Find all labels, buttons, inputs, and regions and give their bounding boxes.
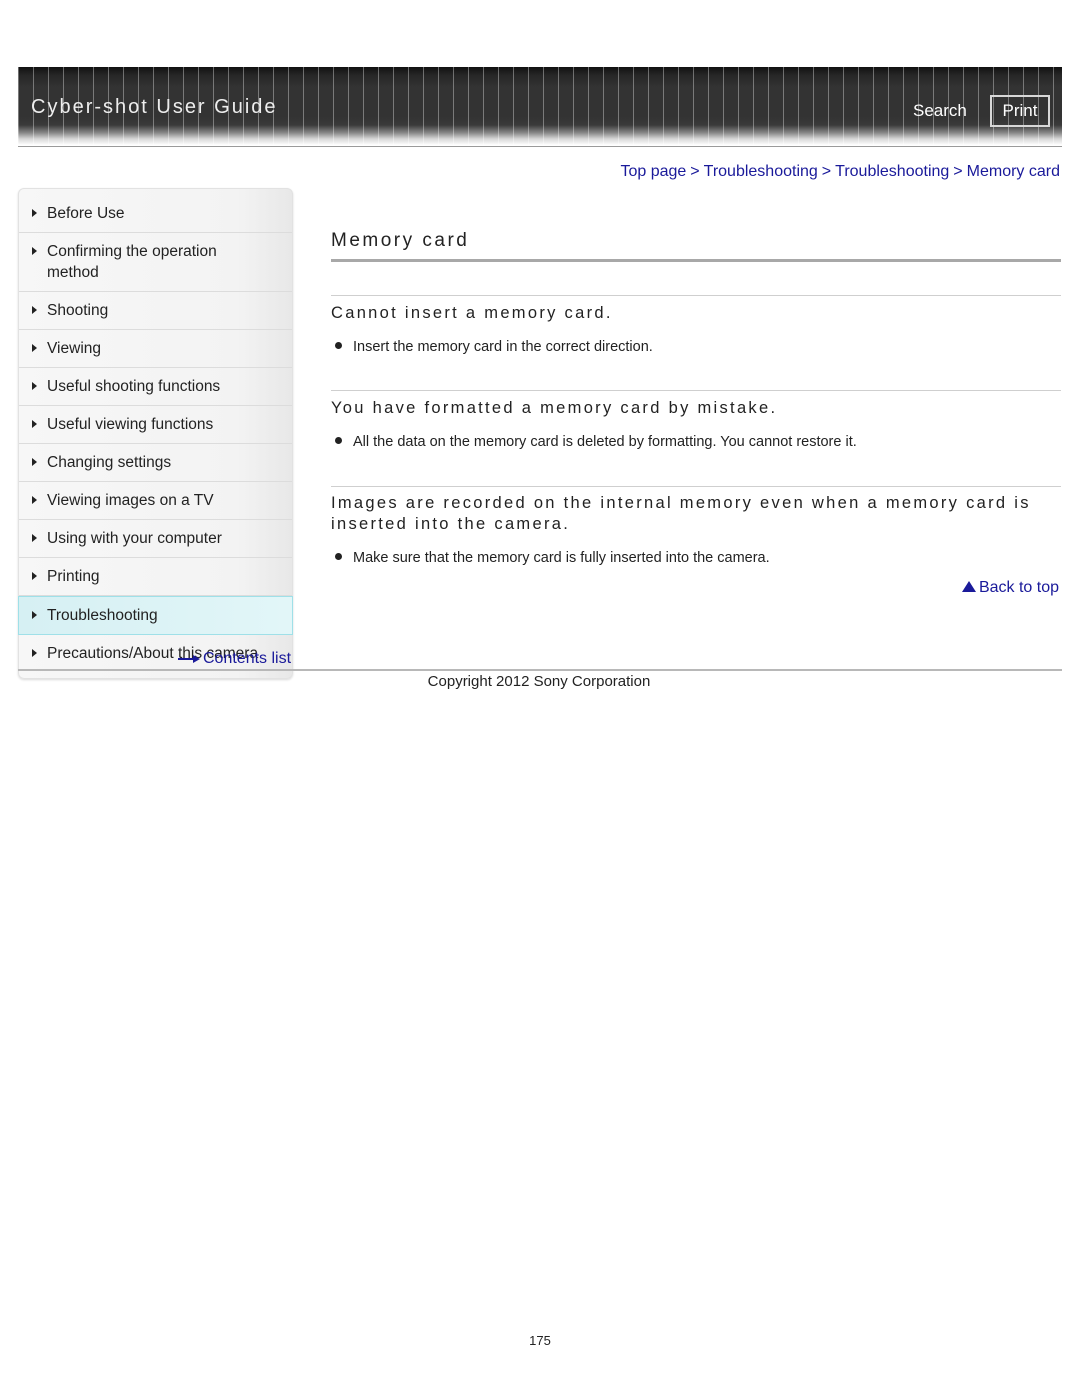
header-banner: Cyber-shot User Guide Search Print: [18, 67, 1062, 145]
sidebar-item-viewing[interactable]: Viewing: [19, 330, 292, 368]
sidebar-item-printing[interactable]: Printing: [19, 558, 292, 596]
search-button[interactable]: Search: [913, 101, 967, 121]
triangle-right-icon: [32, 382, 37, 390]
bullet-text: All the data on the memory card is delet…: [353, 434, 857, 450]
triangle-up-icon: [961, 581, 976, 592]
sidebar-item-useful-viewing[interactable]: Useful viewing functions: [19, 406, 292, 444]
sidebar-item-label: Viewing: [47, 340, 102, 357]
section-heading: Images are recorded on the internal memo…: [331, 494, 1031, 533]
contents-list-link[interactable]: Contents list: [178, 650, 291, 668]
sidebar-item-shooting[interactable]: Shooting: [19, 292, 292, 330]
sidebar-item-label: Changing settings: [47, 454, 172, 471]
bullet-icon: [335, 341, 342, 349]
section-divider: [331, 390, 1061, 391]
sidebar-item-viewing-tv[interactable]: Viewing images on a TV: [19, 482, 292, 520]
bullet-text: Insert the memory card in the correct di…: [353, 339, 653, 355]
sidebar-item-label: Troubleshooting: [47, 607, 158, 624]
triangle-right-icon: [32, 209, 37, 217]
section-divider: [331, 486, 1061, 487]
section-heading: You have formatted a memory card by mist…: [331, 399, 778, 417]
sidebar-item-troubleshooting[interactable]: Troubleshooting: [18, 596, 293, 635]
sidebar-item-confirming-operation[interactable]: Confirming the operation method: [19, 233, 292, 292]
sidebar-nav: Before Use Confirming the operation meth…: [18, 188, 293, 679]
contents-list-label: Contents list: [203, 650, 292, 667]
triangle-right-icon: [32, 247, 37, 255]
sidebar-item-before-use[interactable]: Before Use: [19, 195, 292, 233]
copyright-text: Copyright 2012 Sony Corporation: [427, 673, 651, 690]
section-divider: [331, 295, 1061, 296]
back-to-top-label: Back to top: [978, 579, 1059, 596]
triangle-right-icon: [32, 306, 37, 314]
breadcrumb-separator: >: [821, 163, 832, 180]
sidebar-item-label: Shooting: [47, 302, 109, 319]
footer-divider: [18, 669, 1062, 671]
back-to-top-link[interactable]: Back to top: [961, 579, 1059, 597]
header-divider: [18, 146, 1062, 147]
section-heading: Cannot insert a memory card.: [331, 304, 613, 322]
page-number: 175: [529, 1333, 551, 1348]
sidebar-item-label: Confirming the operation method: [47, 243, 217, 281]
print-button[interactable]: Print: [990, 95, 1050, 127]
bullet-text: Make sure that the memory card is fully …: [353, 550, 770, 566]
sidebar-item-using-computer[interactable]: Using with your computer: [19, 520, 292, 558]
triangle-right-icon: [32, 649, 37, 657]
bullet-icon: [335, 436, 342, 444]
sidebar-item-label: Before Use: [47, 205, 125, 222]
arrow-right-icon: [178, 654, 200, 664]
breadcrumb-separator: >: [953, 163, 963, 180]
triangle-right-icon: [32, 496, 37, 504]
sidebar-item-label: Printing: [47, 568, 100, 585]
bullet-item: Make sure that the memory card is fully …: [335, 550, 770, 566]
title-divider: [331, 259, 1061, 262]
sidebar-item-changing-settings[interactable]: Changing settings: [19, 444, 292, 482]
sidebar-item-label: Useful viewing functions: [47, 416, 214, 433]
sidebar-item-useful-shooting[interactable]: Useful shooting functions: [19, 368, 292, 406]
breadcrumb: Top page > Troubleshooting > Troubleshooting…: [620, 163, 1060, 181]
bullet-icon: [335, 552, 342, 560]
breadcrumb-troubleshooting-sub[interactable]: Troubleshooting: [835, 163, 949, 180]
triangle-right-icon: [32, 420, 37, 428]
page-title: Memory card: [331, 230, 470, 251]
sidebar-item-label: Viewing images on a TV: [47, 492, 214, 509]
breadcrumb-top-page[interactable]: Top page: [620, 163, 686, 180]
breadcrumb-separator: >: [690, 163, 700, 180]
triangle-right-icon: [32, 344, 37, 352]
sidebar-item-label: Using with your computer: [47, 530, 222, 547]
breadcrumb-memory-card[interactable]: Memory card: [967, 163, 1060, 180]
sidebar-item-label: Useful shooting functions: [47, 378, 221, 395]
bullet-item: All the data on the memory card is delet…: [335, 434, 857, 450]
site-title: Cyber-shot User Guide: [31, 96, 278, 118]
bullet-item: Insert the memory card in the correct di…: [335, 339, 653, 355]
triangle-right-icon: [32, 458, 37, 466]
breadcrumb-troubleshooting[interactable]: Troubleshooting: [704, 163, 818, 180]
triangle-right-icon: [32, 572, 37, 580]
triangle-right-icon: [32, 534, 37, 542]
triangle-right-icon: [32, 611, 37, 619]
